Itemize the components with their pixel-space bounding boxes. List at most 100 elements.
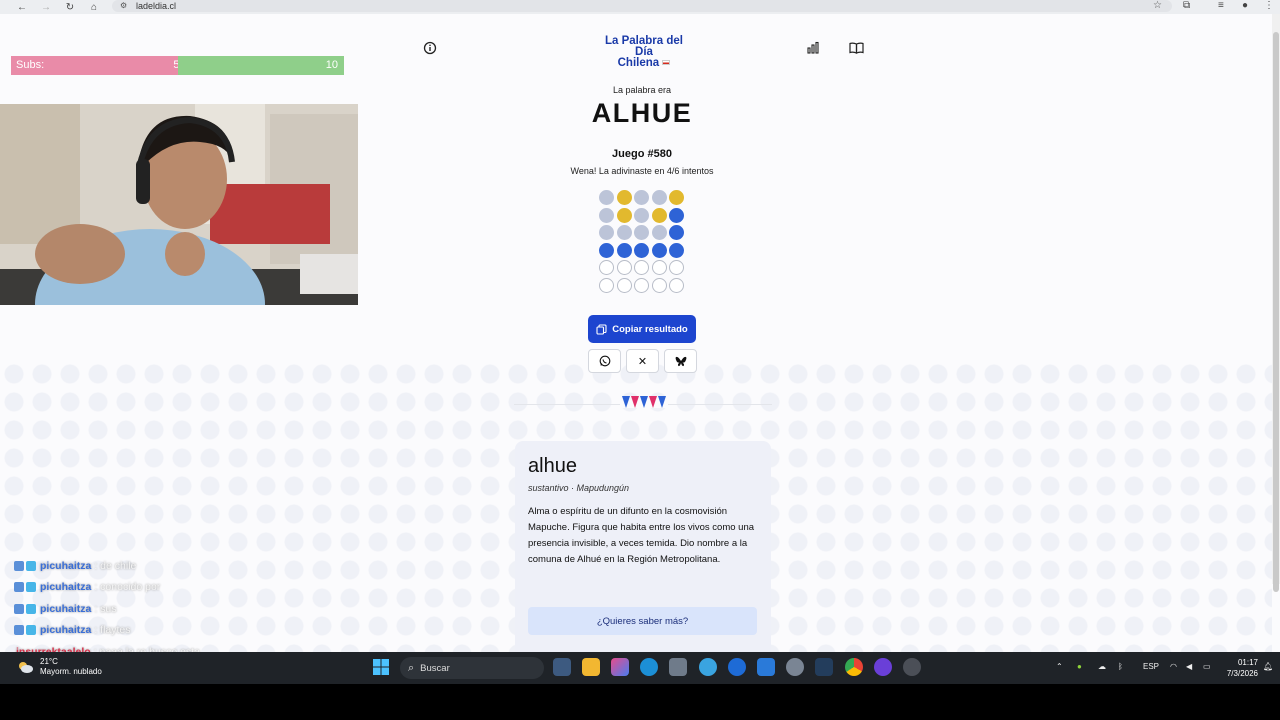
menu-icon[interactable]: ⋮ <box>1264 0 1274 11</box>
search-placeholder: Buscar <box>420 662 450 674</box>
edge-icon[interactable] <box>640 658 658 676</box>
learn-more-button[interactable]: ¿Quieres saber más? <box>528 607 757 635</box>
grid-row <box>599 190 684 205</box>
battery-icon[interactable]: ▭ <box>1203 662 1211 671</box>
reload-icon[interactable]: ↻ <box>58 0 82 14</box>
game-number: Juego #580 <box>612 148 672 160</box>
pennant-blue <box>640 396 648 408</box>
chat-badge-icon <box>14 582 24 593</box>
grid-cell <box>616 190 632 205</box>
grid-cell <box>599 242 614 258</box>
address-bar[interactable]: ⚙ ladeldia.cl ☆ <box>112 0 1172 12</box>
grid-row <box>599 207 684 223</box>
info-icon[interactable] <box>420 38 440 58</box>
scrollbar[interactable] <box>1272 14 1280 592</box>
tray-bluetooth-icon[interactable]: ᛒ <box>1118 662 1123 671</box>
volume-icon[interactable]: ◀ <box>1186 662 1192 671</box>
chat-message: insurrektaalelo: naaa la re busco esta <box>14 641 334 652</box>
definition-card: alhue sustantivo · Mapudungún Alma o esp… <box>515 441 771 652</box>
grid-cell <box>651 242 667 258</box>
mail-icon[interactable] <box>757 658 775 676</box>
tray-overflow-icon[interactable]: ⌃ <box>1056 662 1063 671</box>
chat-message: picuhaitza: flaytes <box>14 620 334 642</box>
chat-badge-icon <box>14 625 24 636</box>
book-icon[interactable] <box>846 38 866 58</box>
store-icon[interactable] <box>669 658 687 676</box>
grid-cell <box>669 190 684 205</box>
settings-icon[interactable] <box>786 658 804 676</box>
forward-icon[interactable]: → <box>34 0 58 14</box>
weather-desc: Mayorm. nublado <box>40 667 102 676</box>
grid-cell <box>634 242 649 258</box>
subs-progress-fill: Subs: 5 <box>11 56 180 75</box>
clock-date: 7/3/2026 <box>1226 669 1258 678</box>
copy-icon <box>596 323 607 335</box>
scrollbar-thumb[interactable] <box>1273 32 1279 592</box>
file-explorer-icon[interactable] <box>582 658 600 676</box>
discord-icon[interactable] <box>903 658 921 676</box>
whatsapp-share-button[interactable] <box>588 349 621 373</box>
chat-username: picuhaitza <box>40 581 92 594</box>
answer-word: ALHUE <box>591 98 693 128</box>
chat-message: picuhaitza: conocido por <box>14 577 334 599</box>
copy-result-button[interactable]: Copiar resultado <box>588 315 696 343</box>
logo-top: La Palabra del Día <box>605 35 683 58</box>
chat-text: : conocido por <box>94 581 161 594</box>
subs-goal: 10 <box>325 59 338 71</box>
chat-badge-icon <box>14 560 24 571</box>
site-info-icon[interactable]: ⚙ <box>120 1 127 10</box>
grid-cell <box>599 207 614 223</box>
weather-temp: 21°C <box>40 657 58 666</box>
back-icon[interactable]: ← <box>10 0 34 14</box>
whatsapp-icon <box>599 355 610 367</box>
app-icon[interactable] <box>699 658 717 676</box>
tray-app-icon[interactable]: ● <box>1077 662 1082 671</box>
grid-cell <box>616 225 632 240</box>
grid-cell <box>634 190 649 205</box>
system-clock[interactable]: 01:17 7/3/2026 <box>1222 657 1258 679</box>
search-icon: ⌕ <box>408 661 415 674</box>
copilot-icon[interactable] <box>611 658 629 676</box>
language-indicator[interactable]: ESP <box>1143 662 1159 671</box>
notifications-icon[interactable]: 🔔︎ <box>1263 662 1273 671</box>
grid-cell <box>616 260 632 275</box>
weather-widget[interactable]: 21°C Mayorm. nublado <box>16 657 102 677</box>
home-icon[interactable]: ⌂ <box>82 0 106 14</box>
taskbar-search[interactable]: ⌕ Buscar <box>400 657 544 679</box>
steam-icon[interactable] <box>815 658 833 676</box>
chat-badge-icon <box>26 625 36 636</box>
hp-icon[interactable] <box>728 658 746 676</box>
grid-row <box>599 242 684 258</box>
chrome-icon[interactable] <box>845 658 863 676</box>
x-icon: ✕ <box>637 355 648 368</box>
bluesky-icon <box>675 356 686 366</box>
pennant-blue <box>658 396 666 408</box>
webcam-feed <box>0 104 358 305</box>
profile-icon[interactable]: ● <box>1242 0 1248 11</box>
stream-chat: picuhaitza: de chile picuhaitza: conocido… <box>14 555 334 652</box>
grid-cell <box>669 225 684 240</box>
bookmark-star-icon[interactable]: ☆ <box>1153 0 1162 11</box>
subs-label: Subs: <box>16 59 45 71</box>
start-button[interactable] <box>372 658 390 676</box>
wifi-icon[interactable]: ◠ <box>1170 662 1177 671</box>
obs-icon[interactable] <box>874 658 892 676</box>
result-message: Wena! La adivinaste en 4/6 intentos <box>570 166 714 176</box>
logo-bottom: Chilena <box>617 57 660 69</box>
chat-text: : de chile <box>94 559 137 572</box>
chat-badge-icon <box>26 603 36 614</box>
site-logo[interactable]: La Palabra del Día Chilena <box>596 35 692 69</box>
grid-cell <box>634 207 649 223</box>
bluesky-share-button[interactable] <box>664 349 697 373</box>
grid-cell <box>669 242 684 258</box>
extensions-icon[interactable]: ⧉ <box>1183 0 1190 11</box>
tray-cloud-icon[interactable]: ☁ <box>1098 662 1106 671</box>
copy-result-label: Copiar resultado <box>612 323 688 335</box>
task-view-icon[interactable] <box>553 658 571 676</box>
grid-cell <box>616 242 632 258</box>
grid-cell <box>651 190 667 205</box>
reading-list-icon[interactable]: ≡ <box>1218 0 1224 11</box>
stats-icon[interactable] <box>803 38 823 58</box>
x-share-button[interactable]: ✕ <box>626 349 659 373</box>
cloudy-icon <box>19 662 33 673</box>
